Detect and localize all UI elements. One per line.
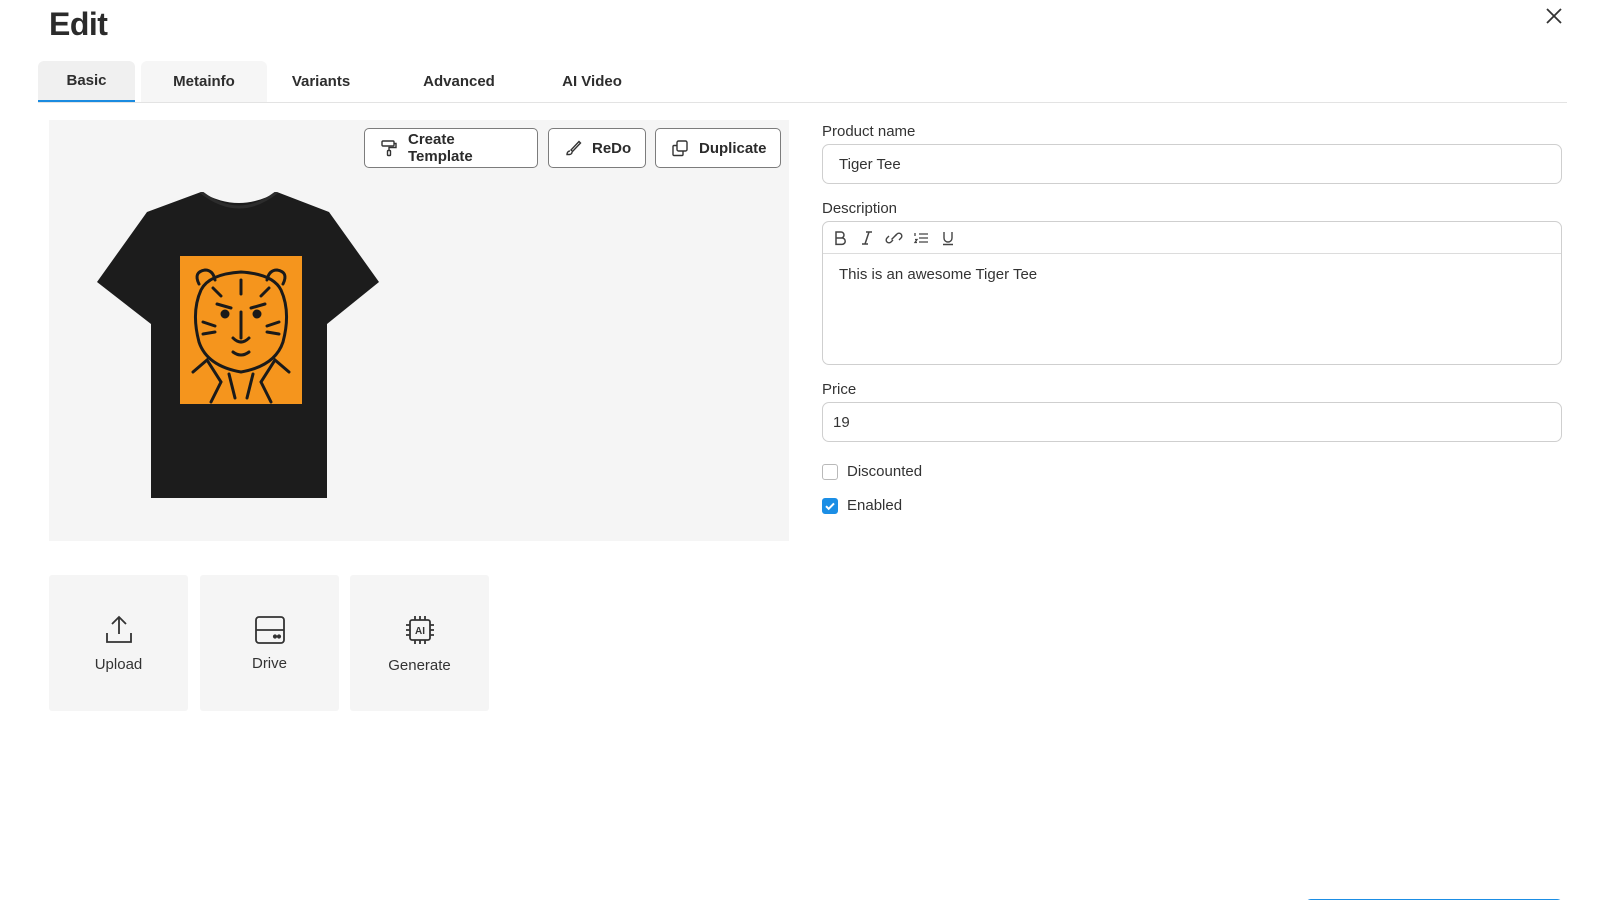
copy-icon (672, 140, 688, 157)
generate-label: Generate (388, 656, 451, 674)
underline-icon (943, 231, 953, 245)
redo-label: ReDo (592, 139, 632, 157)
image-preview: Create Template ReDo Duplicate (49, 120, 789, 541)
description-label: Description (822, 200, 898, 217)
italic-button[interactable] (858, 229, 876, 247)
drive-icon (254, 615, 285, 644)
create-template-label: Create Template (408, 131, 473, 165)
list-button[interactable] (912, 229, 930, 247)
bold-icon (835, 230, 846, 245)
product-name-input[interactable]: Tiger Tee (822, 144, 1562, 184)
discounted-option: Discounted (822, 463, 922, 480)
product-name-label: Product name (822, 123, 916, 140)
duplicate-label: Duplicate (699, 139, 767, 157)
svg-text:AI: AI (415, 626, 425, 637)
upload-label: Upload (94, 655, 143, 673)
list-icon (913, 232, 928, 243)
tab-basic[interactable]: Basic (38, 61, 135, 102)
duplicate-button[interactable]: Duplicate (655, 128, 781, 168)
drive-tile[interactable]: Drive (200, 575, 339, 711)
editor-toolbar (823, 222, 1561, 254)
drive-label: Drive (251, 654, 287, 672)
price-value: 19 (833, 413, 850, 431)
upload-icon (105, 615, 132, 643)
enabled-label: Enabled (847, 497, 903, 514)
close-icon (1546, 8, 1562, 24)
underline-button[interactable] (939, 229, 957, 247)
link-button[interactable] (885, 229, 903, 247)
close-button[interactable] (1540, 2, 1568, 30)
redo-button[interactable]: ReDo (548, 128, 646, 168)
check-icon (825, 502, 835, 510)
upload-tile[interactable]: Upload (49, 575, 188, 711)
ai-chip-icon: AI (405, 615, 434, 644)
discounted-checkbox[interactable] (822, 463, 838, 480)
generate-tile[interactable]: AI Generate (350, 575, 489, 711)
enabled-checkbox[interactable] (822, 497, 838, 514)
bold-button[interactable] (831, 229, 849, 247)
link-icon (885, 231, 903, 244)
paint-roller-icon (381, 140, 397, 157)
price-label: Price (822, 381, 857, 398)
tab-variants[interactable]: Variants (273, 61, 369, 102)
description-text: This is an awesome Tiger Tee (839, 266, 1038, 283)
create-template-button[interactable]: Create Template (364, 128, 538, 168)
tab-metainfo[interactable]: Metainfo (141, 61, 267, 102)
discounted-label: Discounted (847, 463, 923, 480)
tab-ai-video[interactable]: AI Video (545, 61, 639, 102)
brush-icon (566, 140, 582, 156)
description-editor[interactable]: This is an awesome Tiger Tee (822, 221, 1562, 365)
italic-icon (862, 230, 872, 245)
tab-bar: Basic Metainfo Variants Advanced AI Vide… (38, 61, 1567, 103)
product-name-value: Tiger Tee (839, 155, 901, 173)
price-input[interactable]: 19 (822, 402, 1562, 442)
tab-advanced[interactable]: Advanced (408, 61, 510, 102)
tiger-tee-image (97, 192, 379, 498)
dialog-title: Edit (49, 6, 108, 42)
enabled-option: Enabled (822, 497, 902, 514)
